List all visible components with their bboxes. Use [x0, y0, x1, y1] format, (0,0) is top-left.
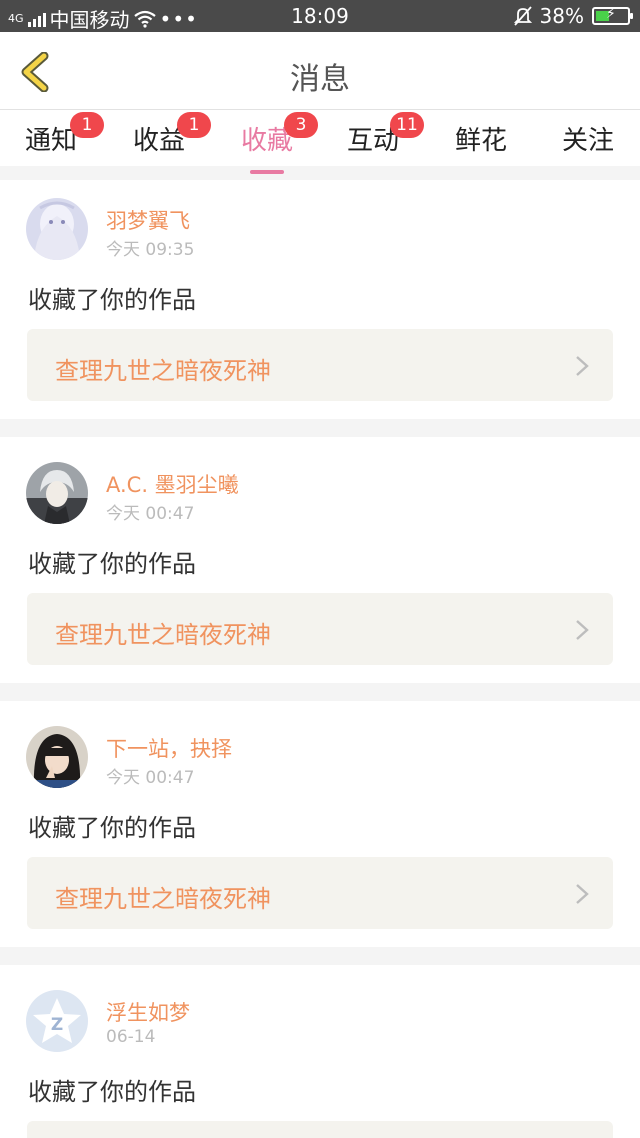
tab-following[interactable]: 关注	[533, 120, 640, 157]
list-item: Z 浮生如梦 06-14 收藏了你的作品	[0, 965, 640, 1138]
tab-label: 通知	[24, 126, 77, 156]
active-tab-indicator	[250, 170, 284, 174]
work-title: 查理九世之暗夜死神	[55, 621, 271, 649]
battery-icon: ⚡	[592, 6, 633, 25]
user-name[interactable]: 浮生如梦	[106, 997, 190, 1027]
work-link[interactable]	[27, 1121, 613, 1138]
tab-interactions[interactable]: 互动 11	[318, 112, 428, 157]
action-text: 收藏了你的作品	[28, 1078, 196, 1106]
avatar[interactable]	[26, 726, 88, 788]
user-name[interactable]: 下一站，抉择	[106, 733, 232, 763]
tab-flowers[interactable]: 鲜花	[426, 120, 536, 157]
tab-label: 鲜花	[454, 126, 507, 156]
timestamp: 06-14	[106, 1027, 156, 1047]
chevron-right-icon	[576, 356, 589, 376]
list-item: 下一站，抉择 今天 00:47 收藏了你的作品 查理九世之暗夜死神	[0, 701, 640, 947]
tab-label: 收益	[132, 126, 185, 156]
mute-bell-icon	[513, 6, 532, 26]
timestamp: 今天 09:35	[106, 240, 195, 260]
work-link[interactable]: 查理九世之暗夜死神	[27, 593, 613, 665]
action-text: 收藏了你的作品	[28, 814, 196, 842]
action-text: 收藏了你的作品	[28, 286, 196, 314]
tab-bar: 通知 1 收益 1 收藏 3 互动 11 鲜花 关注	[0, 110, 640, 174]
status-bar: 4G 中国移动 ••• 18:09 38% ⚡	[0, 0, 640, 32]
timestamp: 今天 00:47	[106, 768, 195, 788]
unread-badge: 1	[70, 112, 104, 138]
avatar[interactable]: Z	[26, 990, 88, 1052]
work-title: 查理九世之暗夜死神	[55, 885, 271, 913]
unread-badge: 11	[390, 112, 424, 138]
page-title: 消息	[290, 62, 350, 97]
chevron-right-icon	[576, 620, 589, 640]
battery-percent: 38%	[539, 4, 584, 28]
work-link[interactable]: 查理九世之暗夜死神	[27, 857, 613, 929]
unread-badge: 1	[177, 112, 211, 138]
work-title: 查理九世之暗夜死神	[55, 357, 271, 385]
avatar[interactable]	[26, 198, 88, 260]
user-name[interactable]: 羽梦翼飞	[106, 205, 190, 235]
tab-label: 关注	[561, 126, 614, 156]
unread-badge: 3	[284, 112, 318, 138]
timestamp: 今天 00:47	[106, 504, 195, 524]
list-item: 羽梦翼飞 今天 09:35 收藏了你的作品 查理九世之暗夜死神	[0, 180, 640, 419]
work-link[interactable]: 查理九世之暗夜死神	[27, 329, 613, 401]
nav-header: 消息	[0, 32, 640, 110]
tab-earnings[interactable]: 收益 1	[104, 112, 214, 157]
list-item: A.C. 墨羽尘曦 今天 00:47 收藏了你的作品 查理九世之暗夜死神	[0, 437, 640, 683]
avatar[interactable]	[26, 462, 88, 524]
action-text: 收藏了你的作品	[28, 550, 196, 578]
svg-text:Z: Z	[51, 1015, 63, 1035]
chevron-right-icon	[576, 884, 589, 904]
tab-favorites[interactable]: 收藏 3	[212, 112, 322, 174]
user-name[interactable]: A.C. 墨羽尘曦	[106, 469, 239, 499]
tab-notifications[interactable]: 通知 1	[0, 112, 106, 157]
